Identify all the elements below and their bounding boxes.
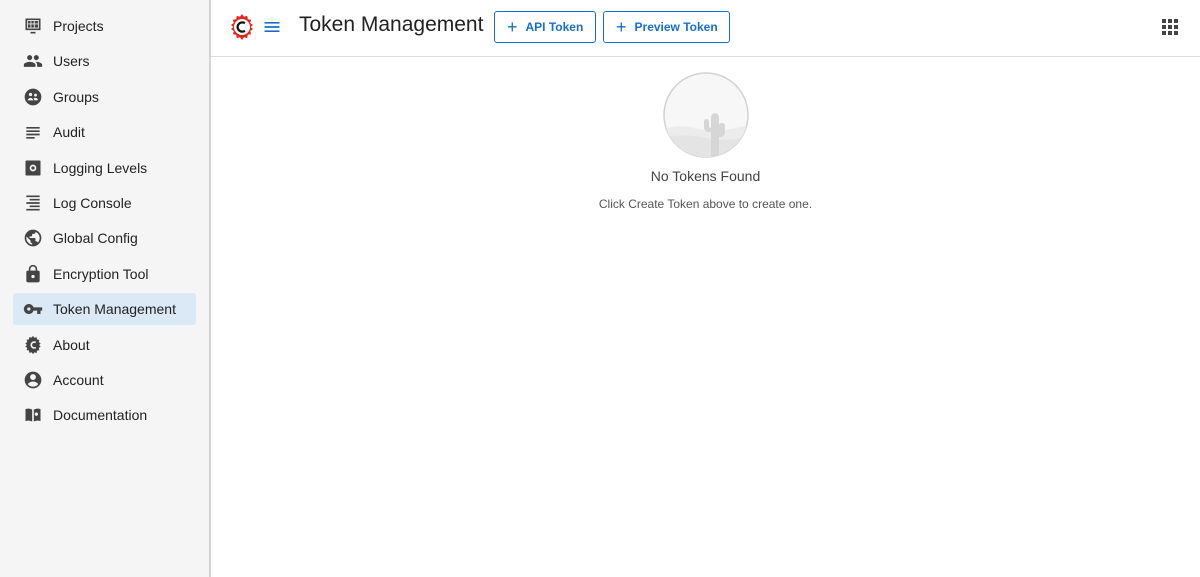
about-logo-icon — [23, 335, 43, 355]
sidebar-item-label: Users — [53, 53, 90, 70]
globe-icon — [23, 228, 43, 248]
sidebar-item-label: Projects — [53, 18, 104, 34]
sidebar-item-token-management[interactable]: Token Management — [13, 293, 196, 326]
key-icon — [23, 299, 43, 319]
audit-icon — [23, 122, 43, 142]
sidebar-item-encryption-tool[interactable]: Encryption Tool — [13, 258, 196, 290]
users-icon — [23, 51, 43, 71]
sidebar-item-users[interactable]: Users — [13, 45, 196, 77]
sidebar-item-global-config[interactable]: Global Config — [13, 222, 196, 254]
plus-icon: + — [616, 17, 627, 37]
hamburger-menu-icon[interactable] — [262, 17, 282, 37]
sidebar-item-label: Documentation — [53, 407, 148, 424]
account-icon — [23, 370, 43, 390]
log-console-icon — [23, 193, 43, 213]
empty-state-title: No Tokens Found — [650, 168, 761, 184]
sidebar-item-documentation[interactable]: Documentation — [13, 399, 196, 431]
sidebar-item-label: Account — [53, 371, 104, 388]
lock-icon — [23, 264, 43, 284]
page-title: Token Management — [299, 13, 484, 36]
sidebar-item-groups[interactable]: Groups — [13, 81, 196, 113]
cactus-illustration-icon — [662, 72, 749, 158]
sidebar-item-about[interactable]: About — [13, 329, 196, 361]
add-api-token-button[interactable]: + API Token — [494, 11, 596, 43]
book-icon — [23, 405, 43, 425]
sidebar-item-label: Encryption Tool — [53, 265, 149, 282]
sidebar-item-label: Token Management — [53, 301, 176, 318]
top-header: Token Management + API Token + Preview T… — [211, 0, 1200, 57]
apps-grid-icon[interactable] — [1162, 19, 1178, 35]
sidebar-item-label: Audit — [53, 124, 85, 141]
projects-icon — [23, 16, 43, 36]
logging-levels-icon — [23, 158, 43, 178]
button-label: Preview Token — [634, 20, 718, 34]
sidebar-item-log-console[interactable]: Log Console — [13, 187, 196, 219]
sidebar-item-label: Log Console — [53, 194, 132, 211]
sidebar-item-label: Global Config — [53, 230, 138, 247]
groups-icon — [23, 87, 43, 107]
sidebar-item-logging-levels[interactable]: Logging Levels — [13, 152, 196, 184]
plus-icon: + — [507, 17, 518, 37]
sidebar-item-projects[interactable]: Projects — [13, 10, 196, 42]
button-label: API Token — [525, 20, 584, 34]
sidebar: Projects Users Groups Audit Logging Leve… — [0, 0, 211, 577]
add-preview-token-button[interactable]: + Preview Token — [603, 11, 730, 43]
sidebar-item-audit[interactable]: Audit — [13, 116, 196, 148]
sidebar-item-label: About — [53, 336, 90, 353]
sidebar-item-label: Groups — [53, 88, 99, 105]
empty-state: No Tokens Found Click Create Token above… — [211, 72, 1200, 211]
brand-logo-icon[interactable] — [229, 13, 255, 41]
sidebar-item-account[interactable]: Account — [13, 364, 196, 396]
empty-state-subtitle: Click Create Token above to create one. — [598, 197, 813, 211]
sidebar-item-label: Logging Levels — [53, 159, 148, 176]
